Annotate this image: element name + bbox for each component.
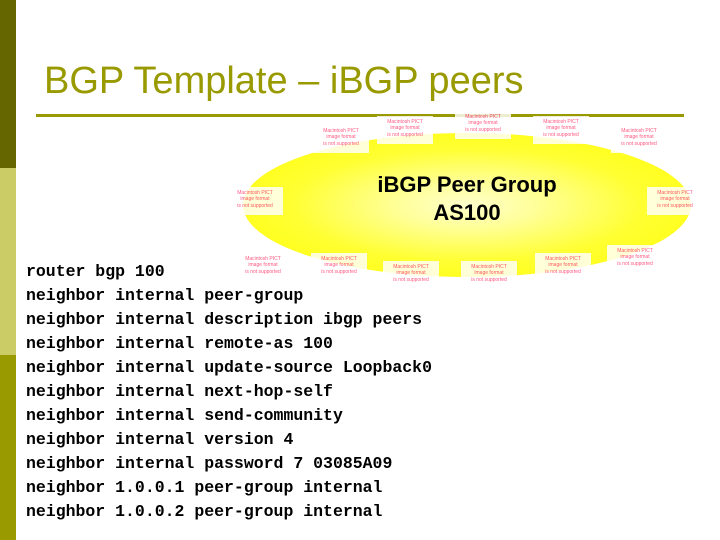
pict-placeholder: Macintosh PICT image format is not support… — [611, 125, 667, 153]
config-line: neighbor internal version 4 — [26, 430, 294, 449]
sidebar-segment-bottom — [0, 355, 16, 540]
pict-placeholder-line3: is not supported — [465, 126, 501, 133]
pict-placeholder-line3: is not supported — [471, 276, 507, 283]
config-line: router bgp 100 — [26, 262, 165, 281]
pict-placeholder: Macintosh PICT image format is not support… — [535, 253, 591, 281]
config-line: neighbor internal send-community — [26, 406, 343, 425]
sidebar-segment-top — [0, 0, 16, 168]
pict-placeholder-line3: is not supported — [237, 202, 273, 209]
pict-placeholder-line3: is not supported — [621, 140, 657, 147]
config-line: neighbor internal update-source Loopback… — [26, 358, 432, 377]
pict-placeholder-line3: is not supported — [545, 268, 581, 275]
pict-placeholder-line3: is not supported — [387, 131, 423, 138]
pict-placeholder: Macintosh PICT image format is not support… — [227, 187, 283, 215]
ibgp-peer-group-diagram: iBGP Peer Group AS100 Macintosh PICT imag… — [227, 111, 703, 289]
config-line: neighbor internal next-hop-self — [26, 382, 333, 401]
peer-group-label-line1: iBGP Peer Group — [377, 172, 557, 197]
pict-placeholder-line3: is not supported — [657, 202, 693, 209]
pict-placeholder-line3: is not supported — [323, 140, 359, 147]
sidebar-segment-middle — [0, 168, 16, 355]
peer-group-label-line2: AS100 — [433, 200, 501, 225]
sidebar-decoration — [0, 0, 16, 540]
pict-placeholder: Macintosh PICT image format is not support… — [461, 261, 517, 289]
pict-placeholder: Macintosh PICT image format is not support… — [647, 187, 703, 215]
config-line: neighbor 1.0.0.2 peer-group internal — [26, 502, 383, 521]
pict-placeholder: Macintosh PICT image format is not support… — [607, 245, 663, 273]
pict-placeholder-line3: is not supported — [543, 131, 579, 138]
pict-placeholder: Macintosh PICT image format is not support… — [313, 125, 369, 153]
config-line: neighbor internal peer-group — [26, 286, 304, 305]
config-line: neighbor internal password 7 03085A09 — [26, 454, 393, 473]
config-line: neighbor internal remote-as 100 — [26, 334, 333, 353]
peer-group-label: iBGP Peer Group AS100 — [243, 171, 691, 227]
config-line: neighbor 1.0.0.1 peer-group internal — [26, 478, 383, 497]
config-line: neighbor internal description ibgp peers — [26, 310, 423, 329]
pict-placeholder-line3: is not supported — [617, 260, 653, 267]
pict-placeholder: Macintosh PICT image format is not support… — [533, 116, 589, 144]
pict-placeholder: Macintosh PICT image format is not support… — [455, 111, 511, 139]
page-title: BGP Template – iBGP peers — [44, 60, 524, 102]
bgp-configuration-block: router bgp 100 neighbor internal peer-gro… — [26, 260, 432, 524]
pict-placeholder: Macintosh PICT image format is not support… — [377, 116, 433, 144]
